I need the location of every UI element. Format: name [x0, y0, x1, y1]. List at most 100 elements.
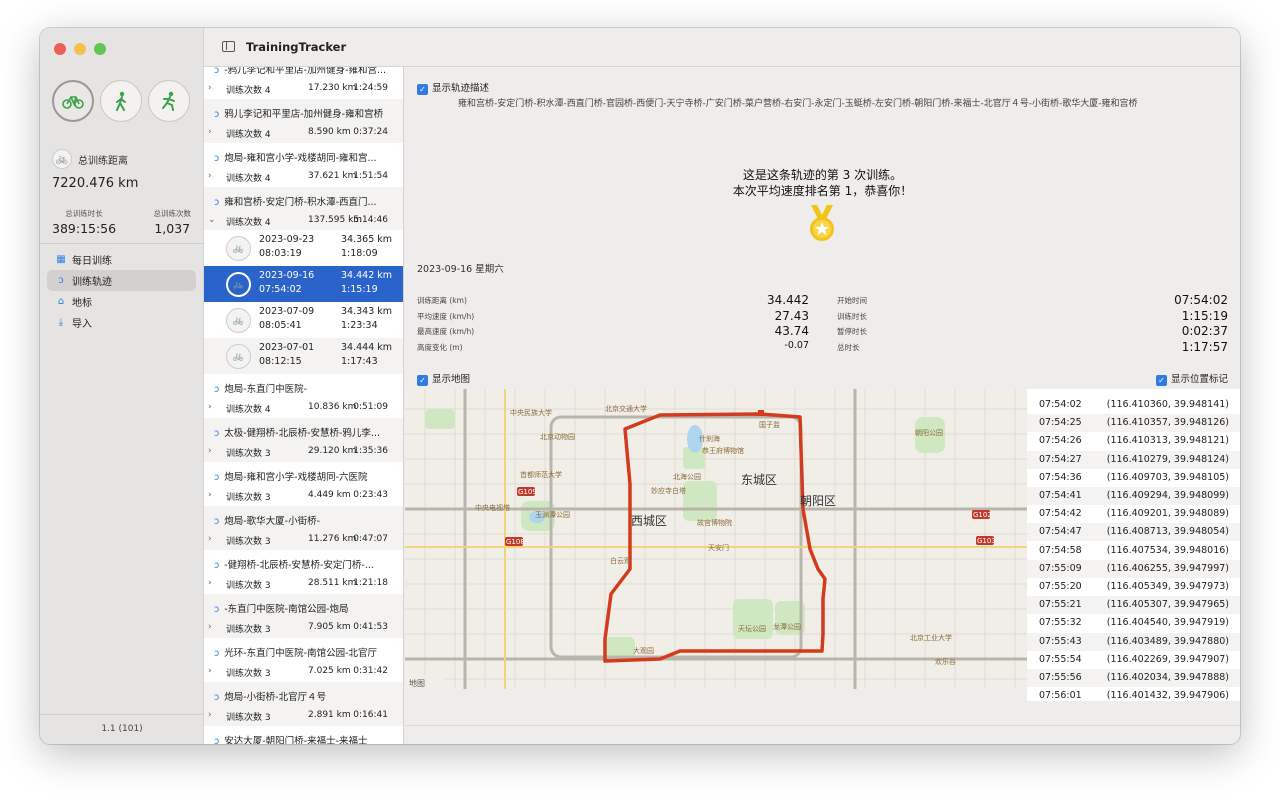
list-item[interactable]: ↄ 炮局-雍和宫小学-戏楼胡同-雍和宫... › 训练次数 4 37.621 km 1:5… — [204, 143, 403, 187]
position-row[interactable]: 07:54:47 (116.408713, 39.948054) — [1027, 523, 1240, 542]
list-item[interactable]: ↄ 鸦儿李记和平里店-加州健身-雍和宫桥 › 训练次数 4 8.590 km 0:37:2… — [204, 99, 403, 143]
route-icon: ↄ — [214, 197, 220, 208]
svg-text:北海公园: 北海公园 — [673, 472, 701, 481]
session-row[interactable]: 🚲 2023-09-23 08:03:19 34.365 km 1:18:09 — [204, 230, 403, 266]
close-button[interactable] — [54, 43, 66, 55]
svg-text:白云观: 白云观 — [610, 556, 631, 565]
position-coords: (116.410360, 39.948141) — [1106, 399, 1229, 410]
item-count: 训练次数 4 — [226, 218, 271, 228]
chevron-right-icon[interactable]: › — [208, 490, 212, 500]
running-icon[interactable] — [148, 80, 190, 122]
chevron-right-icon[interactable]: › — [208, 622, 212, 632]
item-count: 训练次数 4 — [226, 174, 271, 184]
position-row[interactable]: 07:54:58 (116.407534, 39.948016) — [1027, 542, 1240, 560]
position-time: 07:54:02 — [1039, 399, 1082, 410]
list-item[interactable]: ↄ 雍和宫桥-安定门桥-积水潭-西直门... ⌄ 训练次数 4 137.595 km 5:… — [204, 187, 403, 231]
stat-value: 0:02:37 — [1181, 324, 1228, 338]
position-row[interactable]: 07:55:43 (116.403489, 39.947880) — [1027, 632, 1240, 651]
position-row[interactable]: 07:54:26 (116.410313, 39.948121) — [1027, 432, 1240, 450]
session-row[interactable]: 🚲 2023-07-09 08:05:41 34.343 km 1:23:34 — [204, 302, 403, 338]
item-duration: 0:51:09 — [353, 402, 388, 412]
list-item[interactable]: ↄ 太极-健翔桥-北辰桥-安慧桥-鸦儿李... › 训练次数 3 29.120 km 1:… — [204, 418, 403, 462]
chevron-down-icon[interactable]: ⌄ — [208, 215, 216, 225]
svg-text:北京交通大学: 北京交通大学 — [605, 404, 647, 413]
position-row[interactable]: 07:54:41 (116.409294, 39.948099) — [1027, 487, 1240, 505]
walking-icon[interactable] — [100, 80, 142, 122]
session-duration: 1:17:43 — [341, 356, 378, 367]
position-coords: (116.410357, 39.948126) — [1106, 417, 1229, 429]
position-coords: (116.405307, 39.947965) — [1106, 599, 1229, 611]
session-row[interactable]: 🚲 2023-07-01 08:12:15 34.444 km 1:17:43 — [204, 338, 403, 374]
position-time: 07:55:54 — [1039, 653, 1082, 665]
sidebar-toggle-icon[interactable] — [222, 41, 235, 52]
track-list[interactable]: ↄ -鸦儿李记和平里店-加州健身-雍和宫... › 训练次数 4 17.230 km 1:… — [204, 67, 404, 744]
stat-label: 总时长 — [837, 342, 860, 352]
stat-label: 高度变化 (m) — [417, 342, 463, 352]
item-distance: 8.590 km — [308, 127, 351, 137]
chevron-right-icon[interactable]: › — [208, 171, 212, 181]
nav-landmarks[interactable]: ⌂ 地标 — [47, 291, 196, 312]
checkbox-label: 显示位置标记 — [1170, 374, 1228, 385]
chevron-right-icon[interactable]: › — [208, 402, 212, 412]
svg-text:大观园: 大观园 — [633, 646, 654, 655]
position-row[interactable]: 07:55:20 (116.405349, 39.947973) — [1027, 578, 1240, 596]
position-row[interactable]: 07:54:36 (116.409703, 39.948105) — [1027, 469, 1240, 487]
show-map-checkbox[interactable]: ✓ 显示地图 — [417, 371, 470, 386]
stat-value: 1:15:19 — [1181, 308, 1228, 323]
minimize-button[interactable] — [74, 43, 86, 55]
map-district-label: 朝阳区 — [800, 494, 836, 508]
position-list[interactable]: 07:54:02 (116.410360, 39.948141) 07:54:25 (… — [1027, 389, 1240, 701]
position-row[interactable]: 07:55:32 (116.404540, 39.947919) — [1027, 614, 1240, 632]
chevron-right-icon[interactable]: › — [208, 446, 212, 456]
position-coords: (116.405349, 39.947973) — [1106, 581, 1229, 592]
session-start: 08:12:15 — [259, 356, 302, 367]
list-item[interactable]: ↄ -鸦儿李记和平里店-加州健身-雍和宫... › 训练次数 4 17.230 km 1:… — [204, 67, 403, 99]
zoom-button[interactable] — [94, 43, 106, 55]
item-count: 训练次数 3 — [226, 625, 271, 635]
position-row[interactable]: 07:54:02 (116.410360, 39.948141) — [1027, 396, 1240, 414]
chevron-right-icon[interactable]: › — [208, 666, 212, 676]
list-item[interactable]: ↄ 炮局-歌华大厦-小街桥- › 训练次数 3 11.276 km 0:47:07 — [204, 506, 403, 550]
chevron-right-icon[interactable]: › — [208, 534, 212, 544]
position-row[interactable]: 07:55:21 (116.405307, 39.947965) — [1027, 596, 1240, 615]
position-row[interactable]: 07:54:42 (116.409201, 39.948089) — [1027, 505, 1240, 523]
position-coords: (116.401432, 39.947906) — [1106, 690, 1229, 701]
position-coords: (116.410279, 39.948124) — [1106, 453, 1229, 465]
training-date: 2023-09-16 星期六 — [417, 264, 504, 275]
show-position-marks-checkbox[interactable]: ✓ 显示位置标记 — [1155, 371, 1228, 386]
chevron-right-icon[interactable]: › — [208, 578, 212, 588]
nav-daily-training[interactable]: ▦ 每日训练 — [47, 249, 196, 270]
session-row[interactable]: 🚲 2023-09-16 07:54:02 34.442 km 1:15:19 — [204, 266, 403, 302]
svg-text:国子监: 国子监 — [759, 420, 780, 429]
cycling-icon[interactable] — [52, 80, 94, 122]
position-row[interactable]: 07:54:25 (116.410357, 39.948126) — [1027, 414, 1240, 433]
list-item[interactable]: ↄ 炮局-雍和宫小学-戏楼胡同-六医院 › 训练次数 3 4.449 km 0:23:43 — [204, 462, 403, 506]
position-row[interactable]: 07:55:56 (116.402034, 39.947888) — [1027, 669, 1240, 687]
position-time: 07:54:41 — [1039, 490, 1082, 501]
list-item[interactable]: ↄ -健翔桥-北辰桥-安慧桥-安定门桥-... › 训练次数 3 28.511 km 1:… — [204, 550, 403, 594]
position-row[interactable]: 07:55:54 (116.402269, 39.947907) — [1027, 651, 1240, 669]
item-duration: 1:21:18 — [353, 578, 388, 588]
item-title-text: 炮局-雍和宫小学-戏楼胡同-六医院 — [224, 472, 368, 483]
list-item[interactable]: ↄ 炮局-东直门中医院- › 训练次数 4 10.836 km 0:51:09 — [204, 374, 403, 418]
position-row[interactable]: 07:55:09 (116.406255, 39.947997) — [1027, 559, 1240, 578]
list-item[interactable]: ↄ 炮局-小街桥-北官厅４号 › 训练次数 3 2.891 km 0:16:41 — [204, 682, 403, 726]
nav-training-tracks[interactable]: ↄ 训练轨迹 — [47, 270, 196, 291]
chevron-right-icon[interactable]: › — [208, 83, 212, 93]
chevron-right-icon[interactable]: › — [208, 710, 212, 720]
session-date: 2023-07-09 — [259, 306, 315, 317]
item-count: 训练次数 3 — [226, 537, 271, 547]
position-coords: (116.407534, 39.948016) — [1106, 544, 1229, 556]
total-distance-header: 🚲 总训练距离 — [52, 149, 128, 169]
list-item[interactable]: ↄ -东直门中医院-南馆公园-炮局 › 训练次数 3 7.905 km 0:41:53 — [204, 594, 403, 638]
svg-text:北京动物园: 北京动物园 — [540, 432, 575, 441]
position-row[interactable]: 07:56:01 (116.401432, 39.947906) — [1027, 687, 1240, 701]
nav-import[interactable]: ⤓ 导入 — [47, 312, 196, 333]
position-row[interactable]: 07:54:27 (116.410279, 39.948124) — [1027, 450, 1240, 469]
map-canvas: 西城区 东城区 朝阳区 北京交通大学 中央民族大学北京动物园 国子监什刹海恭王府博物… — [405, 389, 1027, 689]
list-item[interactable]: ↄ 光环-东直门中医院-南馆公园-北官厅 › 训练次数 3 7.025 km 0:31:4… — [204, 638, 403, 682]
route-map[interactable]: 西城区 东城区 朝阳区 北京交通大学 中央民族大学 北京动物园 国子监 什刹海 恭王府博物… — [405, 389, 1027, 689]
show-description-checkbox[interactable]: ✓ 显示轨迹描述 — [417, 80, 489, 95]
list-item[interactable]: ↄ安达大厦-朝阳门桥-来福士-来福士› — [204, 726, 403, 744]
chevron-right-icon[interactable]: › — [208, 127, 212, 137]
